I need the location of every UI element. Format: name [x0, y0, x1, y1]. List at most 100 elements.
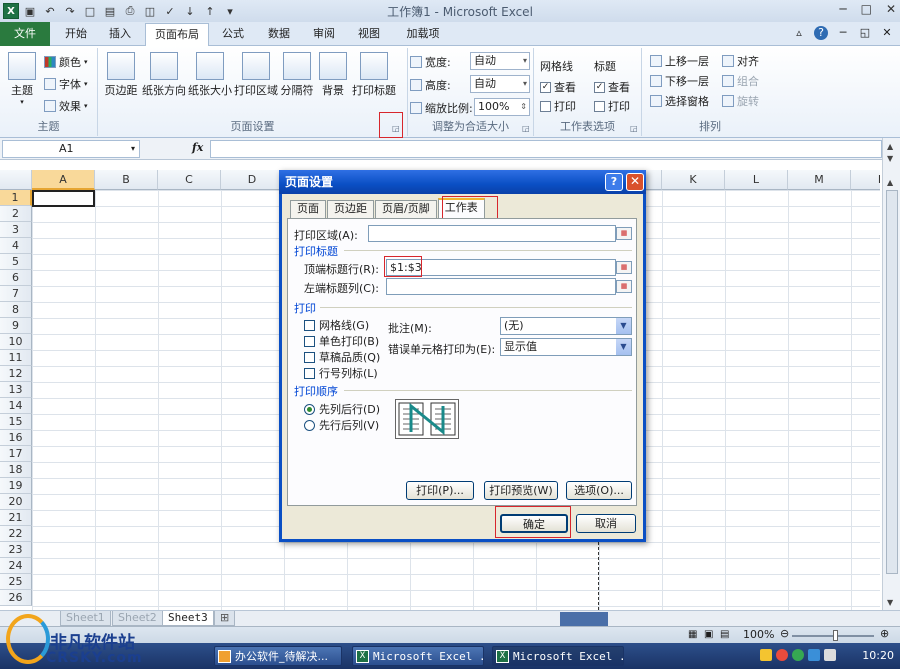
- dialog-tab-header-footer[interactable]: 页眉/页脚: [375, 200, 437, 218]
- theme-colors-button[interactable]: 颜色 ▾: [44, 54, 88, 70]
- sheet-options-launcher-icon[interactable]: ◲: [630, 124, 640, 134]
- print-button[interactable]: 打印(P)...: [406, 481, 474, 500]
- group-objects-button[interactable]: 组合: [722, 73, 759, 89]
- tab-formulas[interactable]: 公式: [213, 23, 253, 45]
- excel-logo-icon[interactable]: X: [3, 3, 19, 19]
- row-header[interactable]: 24: [0, 558, 32, 574]
- dialog-close-icon[interactable]: ✕: [626, 173, 644, 191]
- row-header[interactable]: 2: [0, 206, 32, 222]
- new-file-icon[interactable]: □: [81, 3, 99, 19]
- zoom-in-icon[interactable]: ⊕: [880, 627, 889, 640]
- help-icon[interactable]: ?: [814, 26, 828, 40]
- row-header[interactable]: 10: [0, 334, 32, 350]
- tab-insert[interactable]: 插入: [100, 23, 140, 45]
- split-down-icon[interactable]: ▼: [887, 154, 893, 163]
- scroll-down-icon[interactable]: ▼: [887, 598, 893, 607]
- row-header[interactable]: 23: [0, 542, 32, 558]
- spinner-arrows-icon[interactable]: ⇕: [520, 99, 527, 115]
- column-header[interactable]: L: [725, 170, 788, 190]
- theme-fonts-button[interactable]: 字体 ▾: [44, 76, 88, 92]
- zoom-slider-knob[interactable]: [833, 630, 838, 641]
- workbook-minimize-icon[interactable]: ─: [836, 26, 850, 40]
- page-break-view-icon[interactable]: ▤: [720, 629, 729, 640]
- undo-icon[interactable]: ↶: [41, 3, 59, 19]
- tray-icon[interactable]: [792, 649, 804, 661]
- tray-icon[interactable]: [808, 649, 820, 661]
- tab-page-layout[interactable]: 页面布局: [145, 23, 209, 47]
- cancel-button[interactable]: 取消: [576, 514, 636, 533]
- headings-print-checkbox[interactable]: 打印: [594, 98, 630, 114]
- tab-data[interactable]: 数据: [259, 23, 299, 45]
- name-box[interactable]: A1 ▾: [2, 140, 140, 158]
- row-header[interactable]: 13: [0, 382, 32, 398]
- row-header[interactable]: 20: [0, 494, 32, 510]
- zoom-level[interactable]: 100%: [743, 628, 774, 641]
- row-header[interactable]: 1: [0, 190, 32, 206]
- rotate-button[interactable]: 旋转: [722, 93, 759, 109]
- row-header[interactable]: 4: [0, 238, 32, 254]
- column-header[interactable]: B: [95, 170, 158, 190]
- row-header[interactable]: 7: [0, 286, 32, 302]
- column-header[interactable]: N: [851, 170, 880, 190]
- row-header[interactable]: 12: [0, 366, 32, 382]
- dialog-tab-margins[interactable]: 页边距: [327, 200, 374, 218]
- spellcheck-icon[interactable]: ✓: [161, 3, 179, 19]
- taskbar-item-excel-2[interactable]: XMicrosoft Excel ...: [492, 646, 624, 666]
- scale-spinner[interactable]: 100% ⇕: [474, 98, 530, 116]
- sort-descending-icon[interactable]: ↑: [201, 3, 219, 19]
- row-header[interactable]: 9: [0, 318, 32, 334]
- tab-view[interactable]: 视图: [349, 23, 389, 45]
- bring-forward-button[interactable]: 上移一层: [650, 53, 709, 69]
- selection-pane-button[interactable]: 选择窗格: [650, 93, 709, 109]
- row-header[interactable]: 3: [0, 222, 32, 238]
- breaks-button[interactable]: 分隔符: [279, 52, 315, 98]
- theme-effects-button[interactable]: 效果 ▾: [44, 98, 88, 114]
- sort-ascending-icon[interactable]: ↓: [181, 3, 199, 19]
- selected-cell-a1[interactable]: [32, 190, 95, 207]
- errors-select[interactable]: 显示值 ▼: [500, 338, 632, 356]
- row-header[interactable]: 11: [0, 350, 32, 366]
- split-up-icon[interactable]: ▲: [887, 142, 893, 151]
- normal-view-icon[interactable]: ▦: [688, 629, 697, 640]
- print-titles-button[interactable]: 打印标题: [350, 52, 398, 98]
- row-header[interactable]: 15: [0, 414, 32, 430]
- print-preview-button[interactable]: 打印预览(W): [484, 481, 558, 500]
- workbook-restore-icon[interactable]: ◱: [858, 26, 872, 40]
- dialog-tab-page[interactable]: 页面: [290, 200, 326, 218]
- row-header[interactable]: 17: [0, 446, 32, 462]
- collapse-dialog-icon[interactable]: ▦: [616, 261, 632, 274]
- column-header[interactable]: M: [788, 170, 851, 190]
- row-header[interactable]: 8: [0, 302, 32, 318]
- row-header[interactable]: 19: [0, 478, 32, 494]
- row-header[interactable]: 16: [0, 430, 32, 446]
- workbook-close-icon[interactable]: ✕: [880, 26, 894, 40]
- select-all-corner[interactable]: [0, 170, 32, 190]
- tray-icon[interactable]: [776, 649, 788, 661]
- row-header[interactable]: 5: [0, 254, 32, 270]
- send-backward-button[interactable]: 下移一层: [650, 73, 709, 89]
- customize-quick-access-icon[interactable]: ▾: [221, 3, 239, 19]
- horizontal-scroll-thumb[interactable]: [560, 612, 608, 626]
- comments-select[interactable]: (无) ▼: [500, 317, 632, 335]
- tab-file[interactable]: 文件: [0, 22, 50, 46]
- background-button[interactable]: 背景: [318, 52, 348, 98]
- row-header[interactable]: 21: [0, 510, 32, 526]
- paper-size-button[interactable]: 纸张大小: [188, 52, 232, 98]
- height-combo[interactable]: 自动 ▾: [470, 75, 530, 93]
- vertical-scrollbar[interactable]: ▲ ▼ ▲ ▼: [882, 138, 900, 610]
- scale-launcher-icon[interactable]: ◲: [522, 124, 532, 134]
- preview-icon[interactable]: ◫: [141, 3, 159, 19]
- chevron-down-icon[interactable]: ▼: [616, 339, 631, 355]
- open-folder-icon[interactable]: ▤: [101, 3, 119, 19]
- print-icon[interactable]: ⎙: [121, 3, 139, 19]
- options-button[interactable]: 选项(O)...: [566, 481, 632, 500]
- black-white-checkbox[interactable]: 单色打印(B): [304, 333, 379, 349]
- column-header[interactable]: A: [32, 170, 95, 190]
- theme-button[interactable]: 主题 ▾: [6, 52, 38, 106]
- row-header[interactable]: 14: [0, 398, 32, 414]
- dialog-help-icon[interactable]: ?: [605, 173, 623, 191]
- close-icon[interactable]: ✕: [886, 2, 896, 16]
- formula-input[interactable]: [210, 140, 882, 158]
- taskbar-item-excel-1[interactable]: XMicrosoft Excel ...: [352, 646, 484, 666]
- collapse-dialog-icon[interactable]: ▦: [616, 280, 632, 293]
